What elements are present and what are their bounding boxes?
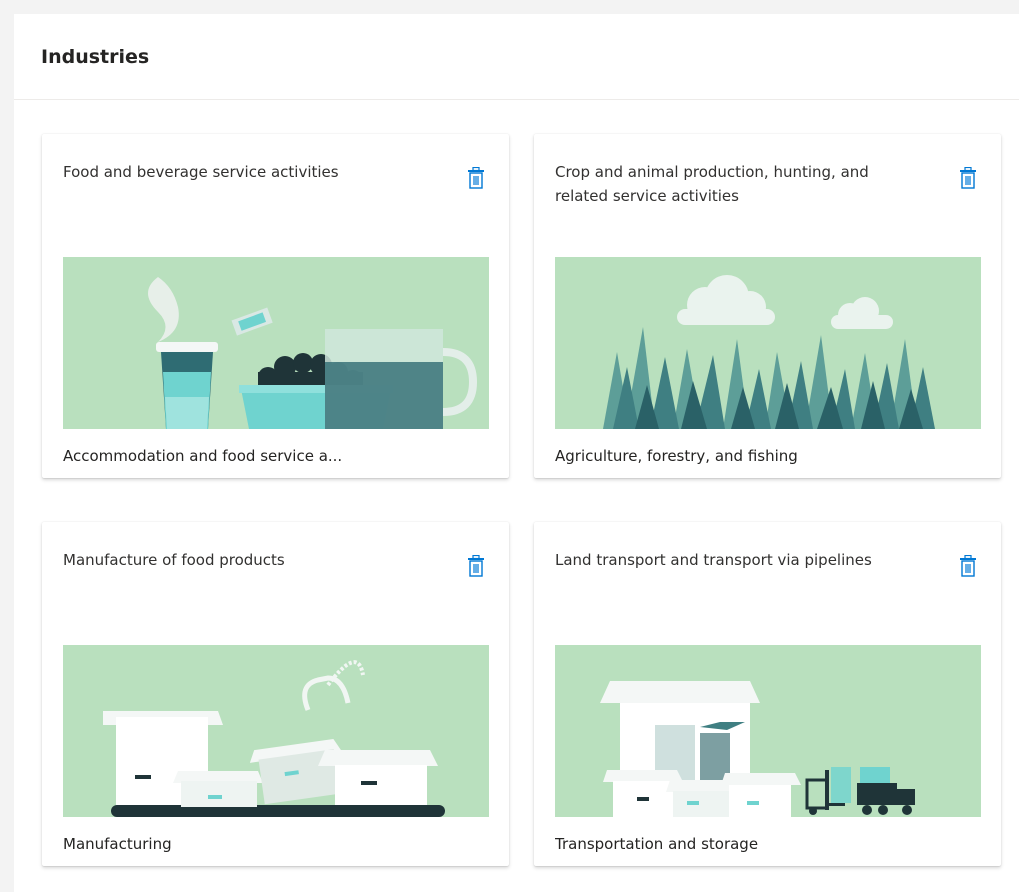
manufacturing-illustration: [63, 645, 489, 817]
card-title: Land transport and transport via pipelin…: [555, 551, 872, 569]
industries-panel: Industries Food and beverage service act…: [14, 14, 1019, 892]
transportation-illustration: [555, 645, 981, 817]
trash-icon[interactable]: [467, 166, 485, 189]
trash-icon[interactable]: [959, 554, 977, 577]
industry-card-food-products[interactable]: Manufacture of food products Manufacturi…: [42, 522, 509, 866]
food-beverage-illustration: [63, 257, 489, 429]
page-title: Industries: [41, 45, 150, 68]
industry-card-crop-animal[interactable]: Crop and animal production, hunting, and…: [534, 134, 1001, 478]
industry-card-land-transport[interactable]: Land transport and transport via pipelin…: [534, 522, 1001, 866]
card-label: Agriculture, forestry, and fishing: [555, 447, 798, 465]
agriculture-illustration: [555, 257, 981, 429]
trash-icon[interactable]: [467, 554, 485, 577]
card-title: Manufacture of food products: [63, 551, 285, 569]
card-title: Food and beverage service activities: [63, 163, 339, 181]
card-label: Transportation and storage: [555, 835, 759, 853]
trash-icon[interactable]: [959, 166, 977, 189]
industry-card-food-beverage[interactable]: Food and beverage service activities Acc…: [42, 134, 509, 478]
card-label: Accommodation and food service a...: [63, 447, 343, 465]
card-title: Crop and animal production, hunting, and…: [555, 163, 869, 205]
panel-header: Industries: [14, 14, 1019, 100]
card-label: Manufacturing: [63, 835, 172, 853]
